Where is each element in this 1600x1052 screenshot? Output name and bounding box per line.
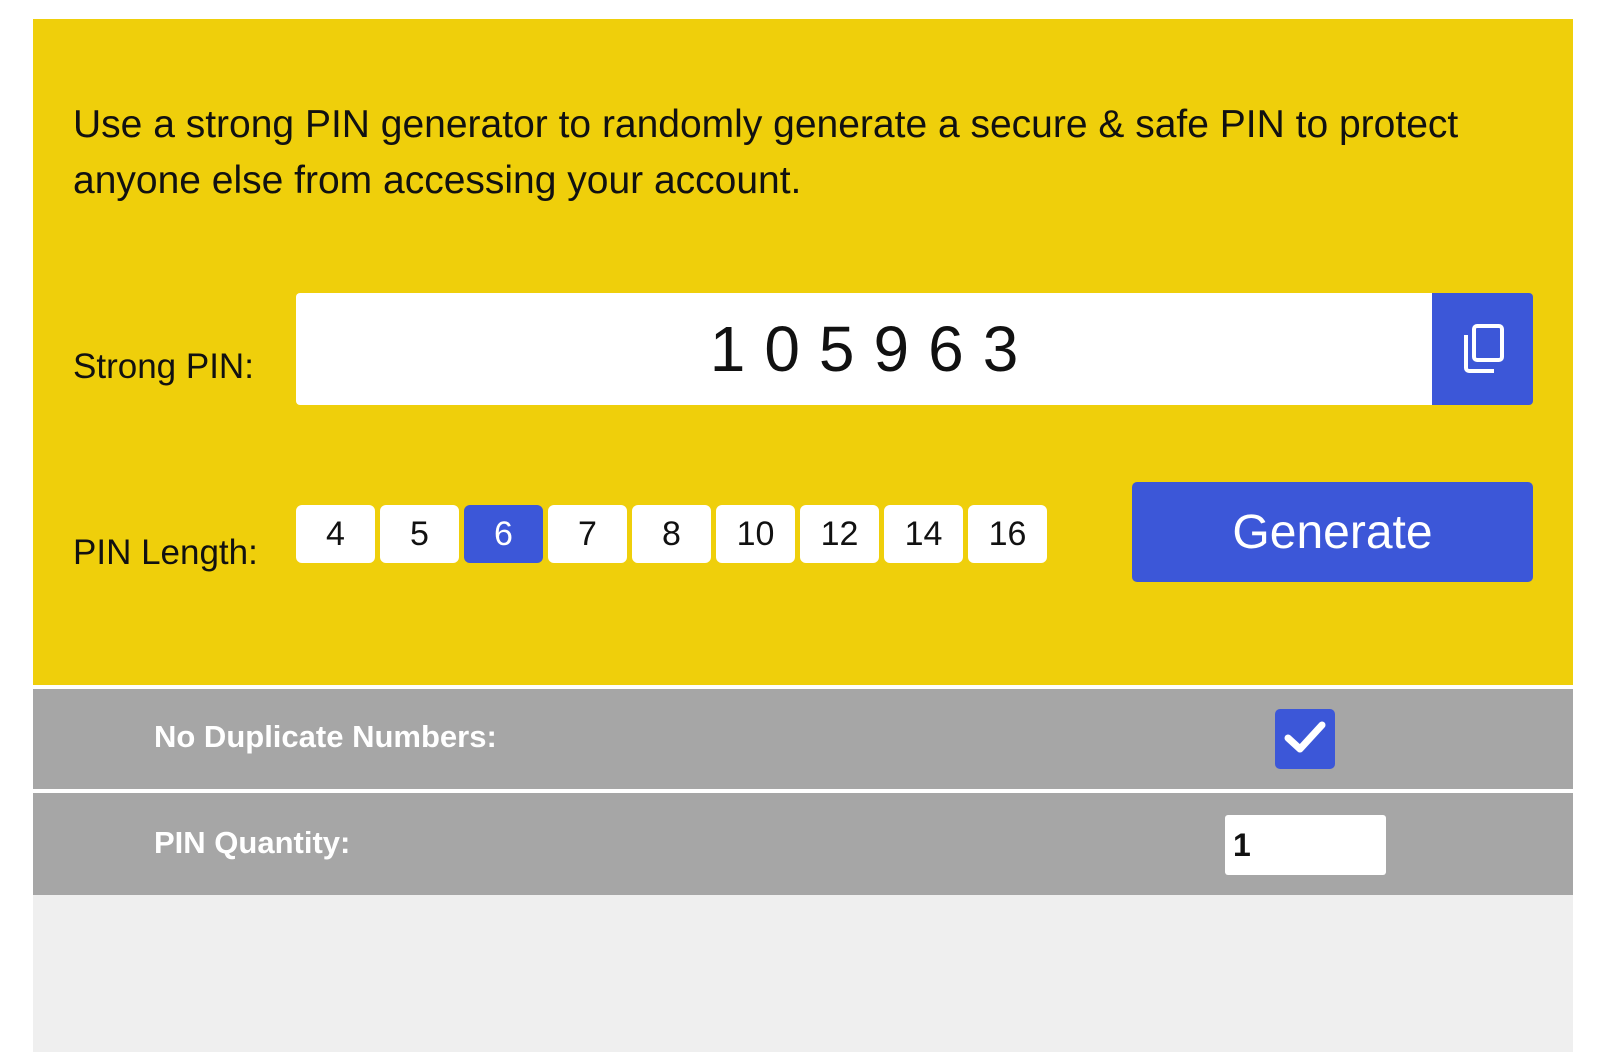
no-duplicates-row: No Duplicate Numbers: [33, 689, 1573, 789]
copy-icon [1461, 324, 1505, 374]
pin-length-option-16[interactable]: 16 [968, 505, 1047, 563]
footer-area [33, 895, 1573, 1052]
pin-generator-panel: Use a strong PIN generator to randomly g… [33, 19, 1573, 685]
pin-length-option-8[interactable]: 8 [632, 505, 711, 563]
pin-length-option-5[interactable]: 5 [380, 505, 459, 563]
pin-length-option-6[interactable]: 6 [464, 505, 543, 563]
strong-pin-label: Strong PIN: [73, 347, 254, 386]
pin-display: 105963 [296, 293, 1432, 405]
pin-quantity-input[interactable] [1225, 815, 1386, 875]
pin-quantity-row: PIN Quantity: [33, 793, 1573, 895]
copy-button[interactable] [1432, 293, 1533, 405]
no-duplicates-checkbox[interactable] [1275, 709, 1335, 769]
pin-length-option-12[interactable]: 12 [800, 505, 879, 563]
pin-quantity-label: PIN Quantity: [154, 825, 351, 860]
pin-length-label: PIN Length: [73, 533, 258, 572]
pin-length-option-10[interactable]: 10 [716, 505, 795, 563]
description-text: Use a strong PIN generator to randomly g… [73, 103, 1459, 202]
pin-value: 105963 [709, 313, 1038, 385]
pin-length-option-7[interactable]: 7 [548, 505, 627, 563]
no-duplicates-label: No Duplicate Numbers: [154, 719, 497, 754]
pin-length-option-4[interactable]: 4 [296, 505, 375, 563]
pin-length-option-14[interactable]: 14 [884, 505, 963, 563]
checkmark-icon [1284, 720, 1326, 759]
generate-button[interactable]: Generate [1132, 482, 1533, 582]
pin-length-options: 4 5 6 7 8 10 12 14 16 [296, 505, 1047, 563]
